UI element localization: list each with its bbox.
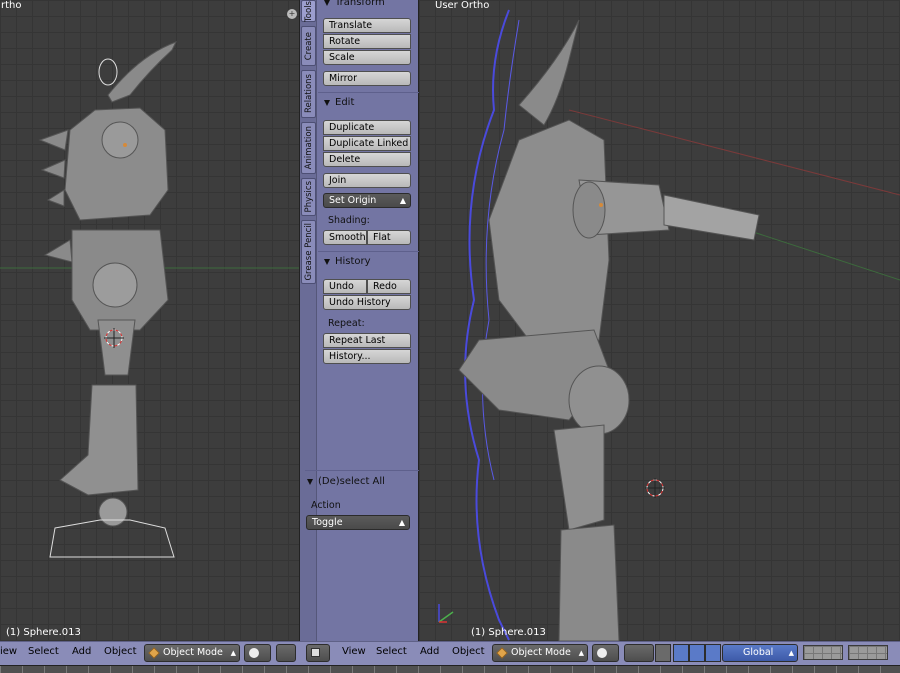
rotate-button[interactable]: Rotate — [323, 34, 411, 49]
menu-view-left[interactable]: iew — [0, 646, 17, 657]
duplicate-button[interactable]: Duplicate — [323, 120, 411, 135]
pivot-dropdown-left[interactable] — [276, 644, 296, 662]
tools-panel: Transform Translate Rotate Scale Mirror … — [318, 0, 419, 470]
editor-type-dropdown[interactable] — [306, 644, 330, 662]
cube-icon — [148, 647, 160, 659]
tab-animation[interactable]: Animation — [301, 122, 316, 174]
edit-header[interactable]: Edit — [324, 97, 354, 108]
left-3d-viewport[interactable]: rtho (1) Sphere.013 + — [0, 0, 299, 641]
updown-arrow-icon: ▲ — [398, 518, 405, 527]
menu-select-left[interactable]: Select — [28, 646, 59, 657]
operator-header[interactable]: (De)select All — [307, 476, 385, 487]
duplicate-linked-button[interactable]: Duplicate Linked — [323, 136, 411, 151]
tab-physics[interactable]: Physics — [301, 178, 316, 216]
right-model-render — [438, 9, 900, 641]
menu-add[interactable]: Add — [420, 646, 439, 657]
tab-tools[interactable]: Tools — [301, 0, 316, 22]
transform-header[interactable]: Transform — [324, 0, 385, 8]
menu-object[interactable]: Object — [452, 646, 485, 657]
flat-button[interactable]: Flat — [367, 230, 411, 245]
menu-view[interactable]: View — [342, 646, 366, 657]
scale-button[interactable]: Scale — [323, 50, 411, 65]
updown-arrow-icon: ▲ — [578, 649, 584, 657]
plus-icon[interactable]: + — [287, 9, 297, 19]
tab-create[interactable]: Create — [301, 26, 316, 66]
tab-grease-pencil[interactable]: Grease Pencil — [301, 220, 316, 284]
left-viewport-title: rtho — [1, 0, 22, 11]
updown-arrow-icon: ▲ — [399, 196, 406, 205]
translate-manipulator-icon[interactable] — [673, 644, 689, 662]
layer-buttons-group-1[interactable] — [803, 645, 843, 660]
divider — [318, 92, 419, 93]
set-origin-dropdown[interactable]: Set Origin ▲ — [323, 193, 411, 208]
object-mode-dropdown[interactable]: Object Mode ▲ — [492, 644, 588, 662]
collapse-triangle-icon — [324, 258, 330, 265]
divider — [318, 251, 419, 252]
mirror-button[interactable]: Mirror — [323, 71, 411, 86]
object-mode-dropdown-left[interactable]: Object Mode ▲ — [144, 644, 240, 662]
tool-shelf: Tools Create Relations Animation Physics… — [299, 0, 419, 641]
left-viewport-status: (1) Sphere.013 — [6, 627, 81, 638]
repeat-last-button[interactable]: Repeat Last — [323, 333, 411, 348]
menu-select[interactable]: Select — [376, 646, 407, 657]
scale-manipulator-icon[interactable] — [705, 644, 721, 662]
history-header[interactable]: History — [324, 256, 371, 267]
smooth-button[interactable]: Smooth — [323, 230, 367, 245]
viewport-shading-dropdown-left[interactable] — [244, 644, 271, 662]
menu-object-left[interactable]: Object — [104, 646, 137, 657]
manipulator-toggle[interactable] — [655, 644, 671, 662]
collapse-triangle-icon — [324, 0, 330, 6]
repeat-label: Repeat: — [328, 318, 365, 329]
transform-orientation-dropdown[interactable]: Global ▲ — [722, 644, 798, 662]
collapse-triangle-icon — [307, 478, 313, 485]
right-viewport-title: User Ortho — [435, 0, 490, 11]
undo-history-button[interactable]: Undo History — [323, 295, 411, 310]
left-model-render — [0, 41, 299, 558]
sphere-shading-icon — [597, 648, 607, 658]
cube-icon — [496, 647, 508, 659]
menu-add-left[interactable]: Add — [72, 646, 91, 657]
redo-button[interactable]: Redo — [367, 279, 411, 294]
pivot-point-dropdown[interactable] — [624, 644, 654, 662]
translate-button[interactable]: Translate — [323, 18, 411, 33]
viewport-shading-dropdown[interactable] — [592, 644, 619, 662]
view3d-icon — [311, 648, 320, 657]
updown-arrow-icon: ▲ — [788, 649, 794, 657]
sphere-shading-icon — [249, 648, 259, 658]
operator-panel: (De)select All Action Toggle ▲ — [305, 470, 419, 640]
timeline-strip — [0, 665, 900, 673]
tab-relations[interactable]: Relations — [301, 70, 316, 118]
action-label: Action — [311, 500, 341, 511]
history-button[interactable]: History... — [323, 349, 411, 364]
rotate-manipulator-icon[interactable] — [689, 644, 705, 662]
undo-button[interactable]: Undo — [323, 279, 367, 294]
right-viewport-status: (1) Sphere.013 — [471, 627, 546, 638]
action-dropdown[interactable]: Toggle ▲ — [306, 515, 410, 530]
shading-label: Shading: — [328, 215, 370, 226]
collapse-triangle-icon — [324, 99, 330, 106]
layer-buttons-group-2[interactable] — [848, 645, 888, 660]
join-button[interactable]: Join — [323, 173, 411, 188]
right-3d-viewport[interactable]: User Ortho (1) Sphere.013 — [419, 0, 900, 641]
updown-arrow-icon: ▲ — [230, 649, 236, 657]
delete-button[interactable]: Delete — [323, 152, 411, 167]
